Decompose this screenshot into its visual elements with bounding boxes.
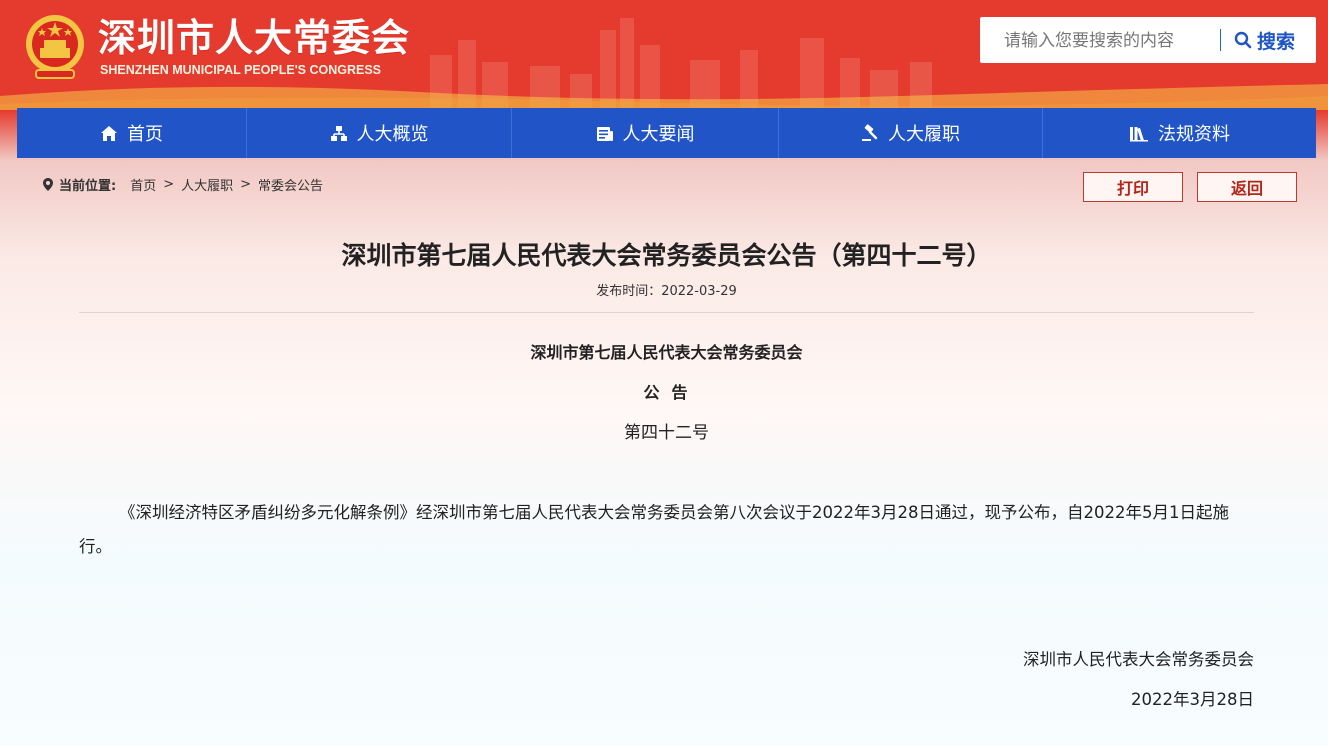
breadcrumb-separator: > (163, 177, 175, 192)
back-button[interactable]: 返回 (1197, 172, 1297, 202)
home-icon (100, 125, 118, 142)
breadcrumb-separator: > (240, 177, 252, 192)
breadcrumb-home[interactable]: 首页 (130, 175, 156, 194)
nav-item-label: 人大概览 (356, 124, 429, 145)
gavel-icon (861, 124, 879, 142)
nav-item-label: 人大要闻 (622, 124, 695, 145)
location-pin-icon (43, 178, 53, 191)
nav-item-duty[interactable]: 人大履职 (779, 108, 1043, 158)
notice-org-line: 深圳市第七届人民代表大会常务委员会 (530, 343, 803, 362)
nav-item-laws[interactable]: 法规资料 (1043, 108, 1316, 158)
notice-heading: 公告 (643, 383, 700, 402)
nav-item-news[interactable]: 人大要闻 (512, 108, 779, 158)
nav-item-label: 法规资料 (1158, 124, 1230, 145)
article-panel: 当前位置: 首页 > 人大履职 > 常委会公告 打印 返回 深圳市第七届人民代表… (17, 158, 1316, 746)
breadcrumb: 当前位置: 首页 > 人大履职 > 常委会公告 (43, 175, 323, 194)
print-button[interactable]: 打印 (1083, 172, 1183, 202)
search-input[interactable] (990, 25, 1206, 57)
search-box: 搜索 (980, 17, 1316, 63)
breadcrumb-label: 当前位置: (59, 179, 117, 194)
nav-item-label: 人大履职 (888, 124, 960, 145)
nav-item-home[interactable]: 首页 (17, 108, 247, 158)
breadcrumb-duty[interactable]: 人大履职 (181, 175, 233, 194)
national-emblem-icon (26, 15, 84, 79)
site-subtitle: SHENZHEN MUNICIPAL PEOPLE'S CONGRESS (100, 63, 382, 77)
article-title: 深圳市第七届人民代表大会常务委员会公告（第四十二号） (341, 241, 992, 270)
article-body: 《深圳经济特区矛盾纠纷多元化解条例》经深圳市第七届人民代表大会常务委员会第八次会… (79, 503, 1229, 556)
signature-org: 深圳市人民代表大会常务委员会 (1023, 650, 1254, 669)
search-icon (1234, 31, 1252, 49)
sitemap-icon (330, 125, 348, 142)
title-divider (79, 312, 1254, 313)
notice-number: 第四十二号 (624, 423, 709, 443)
search-button-label: 搜索 (1257, 30, 1296, 53)
news-icon (596, 125, 614, 142)
books-icon (1129, 125, 1149, 142)
site-header: 深圳市人大常委会 SHENZHEN MUNICIPAL PEOPLE'S CON… (0, 0, 1328, 108)
publish-time: 发布时间：2022-03-29 (596, 284, 737, 299)
breadcrumb-notices[interactable]: 常委会公告 (258, 175, 323, 194)
search-button[interactable]: 搜索 (1234, 25, 1295, 55)
search-divider (1220, 29, 1221, 51)
nav-item-overview[interactable]: 人大概览 (247, 108, 512, 158)
site-title[interactable]: 深圳市人大常委会 (98, 14, 410, 62)
nav-item-label: 首页 (127, 124, 163, 145)
main-nav: 首页 人大概览 人大要闻 人大履职 法规资料 (17, 108, 1316, 158)
signature-date: 2022年3月28日 (1131, 690, 1254, 709)
